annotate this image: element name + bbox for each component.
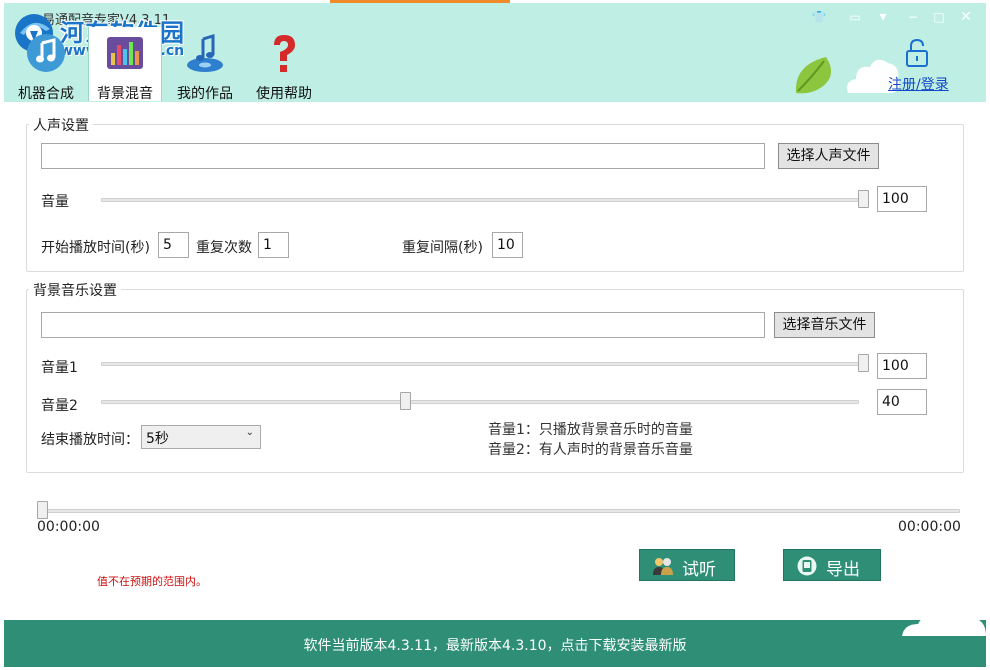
version-update-link[interactable]: 软件当前版本4.3.11，最新版本4.3.10，点击下载安装最新版 bbox=[4, 635, 986, 655]
select-music-file-button[interactable]: 选择音乐文件 bbox=[774, 312, 875, 338]
nav-machine-synthesis[interactable]: 机器合成 bbox=[6, 27, 86, 102]
nav-my-works[interactable]: 我的作品 bbox=[166, 27, 244, 102]
volume2-note: 音量2：有人声时的背景音乐音量 bbox=[488, 442, 693, 458]
current-time: 00:00:00 bbox=[37, 519, 100, 535]
nav-label-my-works: 我的作品 bbox=[177, 86, 233, 102]
start-time-label: 开始播放时间(秒) bbox=[41, 240, 150, 256]
music-file-path-input[interactable] bbox=[41, 312, 765, 338]
total-time: 00:00:00 bbox=[898, 519, 961, 535]
select-voice-file-button[interactable]: 选择人声文件 bbox=[778, 143, 879, 169]
preview-button[interactable]: 试听 bbox=[639, 549, 735, 581]
music-volume2-input[interactable] bbox=[877, 389, 927, 415]
nav-label-help: 使用帮助 bbox=[256, 86, 312, 102]
start-time-input[interactable] bbox=[158, 232, 189, 258]
repeat-interval-input[interactable] bbox=[492, 232, 523, 258]
voice-volume-label: 音量 bbox=[41, 194, 69, 210]
voice-volume-slider-track[interactable] bbox=[101, 198, 869, 202]
voice-settings-group: 人声设置 选择人声文件 音量 开始播放时间(秒) 重复次数 重复间隔(秒) bbox=[26, 115, 964, 272]
end-time-label: 结束播放时间： bbox=[41, 432, 139, 448]
end-time-select[interactable]: 5秒 ⌄ bbox=[141, 425, 261, 449]
music-volume1-slider-track[interactable] bbox=[101, 362, 869, 366]
minimize-button[interactable]: − bbox=[902, 8, 924, 26]
app-window: 易通配音专家V4.3.11 河东软件园 www.pc0359.cn 👕 ▭ ▾ … bbox=[4, 3, 986, 667]
voice-settings-title: 人声设置 bbox=[29, 115, 93, 135]
maximize-button[interactable]: □ bbox=[928, 8, 950, 26]
preview-button-label: 试听 bbox=[682, 560, 716, 580]
dropdown-icon[interactable]: ▾ bbox=[872, 8, 894, 26]
chevron-down-icon: ⌄ bbox=[245, 427, 254, 438]
menu-icon[interactable]: ▭ bbox=[844, 8, 866, 26]
export-icon bbox=[797, 556, 817, 576]
close-button[interactable]: ✕ bbox=[955, 8, 977, 26]
playback-progress-thumb[interactable] bbox=[37, 501, 48, 519]
volume1-note: 音量1：只播放背景音乐时的音量 bbox=[488, 422, 693, 438]
music-cd-icon bbox=[187, 33, 223, 72]
nav-label-machine-synthesis: 机器合成 bbox=[18, 86, 74, 102]
question-mark-icon bbox=[274, 35, 295, 72]
music-volume2-label: 音量2 bbox=[41, 398, 78, 414]
music-note-icon bbox=[27, 34, 65, 72]
error-message: 值不在预期的范围内。 bbox=[97, 575, 207, 588]
skin-icon[interactable]: 👕 bbox=[808, 8, 830, 26]
playback-progress-track[interactable] bbox=[40, 509, 960, 513]
music-settings-group: 背景音乐设置 选择音乐文件 音量1 音量2 结束播放时间： 5秒 ⌄ 音量1：只… bbox=[26, 280, 964, 473]
header-bar: 易通配音专家V4.3.11 河东软件园 www.pc0359.cn 👕 ▭ ▾ … bbox=[4, 3, 986, 102]
voice-file-path-input[interactable] bbox=[41, 143, 765, 169]
music-volume1-input[interactable] bbox=[877, 353, 927, 379]
repeat-count-input[interactable] bbox=[258, 232, 289, 258]
footer-bar: 软件当前版本4.3.11，最新版本4.3.10，点击下载安装最新版 bbox=[4, 612, 986, 667]
export-button-label: 导出 bbox=[826, 560, 860, 580]
nav-label-background-mix: 背景混音 bbox=[97, 86, 153, 102]
listeners-icon bbox=[653, 558, 673, 575]
equalizer-icon bbox=[107, 37, 143, 69]
music-volume2-slider-thumb[interactable] bbox=[399, 392, 411, 410]
end-time-value: 5秒 bbox=[146, 431, 169, 447]
cloud-footer-decoration-icon bbox=[902, 612, 986, 636]
lock-icon[interactable] bbox=[904, 38, 930, 68]
export-button[interactable]: 导出 bbox=[783, 549, 881, 581]
nav-help[interactable]: 使用帮助 bbox=[248, 27, 320, 102]
music-volume1-label: 音量1 bbox=[41, 360, 78, 376]
repeat-interval-label: 重复间隔(秒) bbox=[402, 240, 483, 256]
voice-volume-slider-thumb[interactable] bbox=[858, 190, 869, 208]
music-settings-title: 背景音乐设置 bbox=[29, 280, 121, 300]
voice-volume-input[interactable] bbox=[877, 186, 927, 212]
music-volume1-slider-thumb[interactable] bbox=[858, 354, 869, 372]
music-volume2-slider-track[interactable] bbox=[101, 400, 859, 404]
repeat-count-label: 重复次数 bbox=[196, 240, 252, 256]
register-login-link[interactable]: 注册/登录 bbox=[888, 74, 949, 94]
nav-background-mix[interactable]: 背景混音 bbox=[88, 27, 162, 102]
